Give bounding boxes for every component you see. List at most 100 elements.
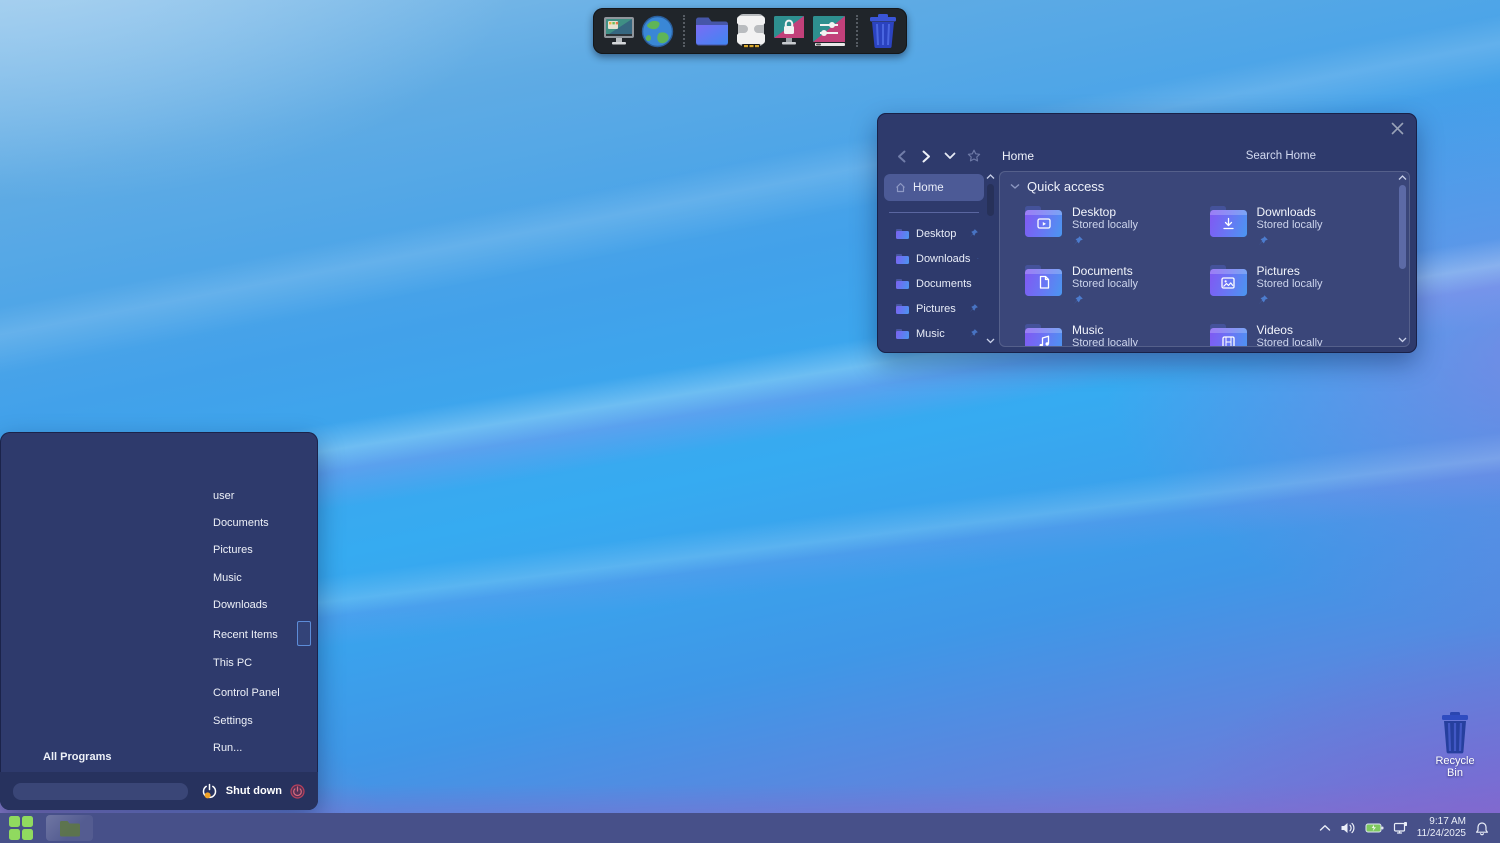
system-tray: 9:17 AM 11/24/2025: [1319, 816, 1493, 841]
quick-access-item-pictures[interactable]: Pictures Stored locally: [1210, 264, 1395, 310]
start-item-documents[interactable]: Documents: [213, 517, 269, 529]
start-item-user[interactable]: user: [213, 490, 234, 502]
all-programs-button[interactable]: All Programs: [43, 751, 111, 763]
lock-screen-icon[interactable]: [772, 11, 806, 51]
chevron-down-icon: [1010, 183, 1020, 190]
display-settings-icon[interactable]: [811, 11, 847, 51]
scrollbar-thumb[interactable]: [987, 184, 994, 216]
power-off-icon[interactable]: [290, 784, 305, 799]
sidebar-item-label: Desktop: [916, 228, 956, 240]
chevron-down-icon[interactable]: [938, 145, 962, 167]
desktop-icon[interactable]: [602, 11, 636, 51]
item-title: Desktop: [1072, 205, 1138, 219]
item-subtitle: Stored locally: [1257, 278, 1323, 291]
shutdown-button[interactable]: Shut down: [226, 785, 282, 797]
start-menu-bottom-bar: Shut down: [0, 772, 318, 810]
explorer-sidebar: Home Desktop Downloads Documents Picture…: [884, 171, 984, 347]
section-title: Quick access: [1027, 179, 1104, 194]
recycle-bin-label: Recycle Bin: [1426, 755, 1484, 779]
close-icon[interactable]: [1388, 119, 1406, 137]
taskbar-clock[interactable]: 9:17 AM 11/24/2025: [1417, 816, 1466, 841]
sidebar-item-music[interactable]: Music: [884, 321, 984, 346]
hard-drive-icon[interactable]: [735, 11, 767, 51]
film-glyph-icon: [1221, 335, 1236, 347]
sidebar-home-label: Home: [913, 182, 944, 194]
scroll-up-icon[interactable]: [986, 174, 995, 180]
start-search-input[interactable]: [13, 783, 188, 800]
download-glyph-icon: [1221, 217, 1236, 231]
folder-icon: [896, 329, 909, 339]
folder-icon: [896, 254, 909, 264]
recent-items-submenu-box[interactable]: [297, 621, 311, 646]
taskbar-file-explorer-button[interactable]: [46, 815, 93, 841]
sidebar-item-documents[interactable]: Documents: [884, 271, 984, 296]
sidebar-item-label: Documents: [916, 278, 972, 290]
explorer-nav-bar: Home Search Home: [877, 141, 1417, 171]
file-explorer-window: Home Search Home Home Desktop Downloads: [877, 113, 1417, 353]
chevron-up-icon[interactable]: [1319, 824, 1331, 832]
quick-access-item-videos[interactable]: Videos Stored locally: [1210, 323, 1395, 346]
item-title: Videos: [1257, 323, 1323, 337]
item-title: Pictures: [1257, 264, 1323, 278]
start-item-run[interactable]: Run...: [213, 742, 242, 754]
pin-icon: [1257, 235, 1269, 247]
back-icon[interactable]: [890, 145, 914, 167]
clock-date: 11/24/2025: [1417, 828, 1466, 841]
main-scrollbar[interactable]: [1396, 172, 1409, 346]
bell-icon[interactable]: [1475, 821, 1489, 836]
sidebar-divider: [889, 212, 979, 213]
start-item-settings[interactable]: Settings: [213, 715, 253, 727]
music-glyph-icon: [1037, 334, 1051, 346]
web-globe-icon[interactable]: [641, 11, 674, 51]
sidebar-scrollbar[interactable]: [984, 171, 997, 347]
scroll-up-icon[interactable]: [1398, 175, 1407, 181]
start-button[interactable]: [7, 815, 34, 841]
start-item-downloads[interactable]: Downloads: [213, 599, 267, 611]
start-item-music[interactable]: Music: [213, 572, 242, 584]
sidebar-item-downloads[interactable]: Downloads: [884, 246, 984, 271]
quick-access-item-music[interactable]: Music Stored locally: [1025, 323, 1210, 346]
start-item-recent-items[interactable]: Recent Items: [213, 629, 278, 641]
battery-icon[interactable]: [1365, 822, 1384, 834]
picture-glyph-icon: [1220, 276, 1236, 290]
clock-time: 9:17 AM: [1417, 816, 1466, 829]
quick-access-item-downloads[interactable]: Downloads Stored locally: [1210, 205, 1395, 251]
quick-access-item-documents[interactable]: Documents Stored locally: [1025, 264, 1210, 310]
scroll-down-icon[interactable]: [986, 338, 995, 344]
start-item-control-panel[interactable]: Control Panel: [213, 687, 280, 699]
downloads-folder-icon: [1210, 206, 1247, 237]
network-icon[interactable]: [1393, 821, 1408, 835]
start-item-pictures[interactable]: Pictures: [213, 544, 253, 556]
quick-access-item-desktop[interactable]: Desktop Stored locally: [1025, 205, 1210, 251]
quick-access-header[interactable]: Quick access: [1010, 179, 1394, 194]
music-folder-icon: [1025, 324, 1062, 346]
search-input[interactable]: Search Home: [1246, 150, 1316, 162]
start-item-this-pc[interactable]: This PC: [213, 657, 252, 669]
sidebar-item-label: Music: [916, 328, 945, 340]
home-icon: [895, 182, 906, 193]
item-subtitle: Stored locally: [1072, 278, 1138, 291]
scrollbar-thumb[interactable]: [1399, 185, 1406, 269]
sidebar-item-desktop[interactable]: Desktop: [884, 221, 984, 246]
sidebar-item-pictures[interactable]: Pictures: [884, 296, 984, 321]
sidebar-item-home[interactable]: Home: [884, 174, 984, 201]
breadcrumb[interactable]: Home: [1002, 149, 1034, 163]
forward-icon[interactable]: [914, 145, 938, 167]
document-glyph-icon: [1037, 275, 1051, 290]
folder-icon: [896, 279, 909, 289]
scroll-down-icon[interactable]: [1398, 337, 1407, 343]
folder-icon: [59, 820, 81, 837]
trash-icon[interactable]: [867, 11, 898, 51]
dock-separator: [683, 15, 685, 47]
quick-access-grid: Desktop Stored locally Downloads Stored …: [1010, 205, 1394, 346]
explorer-main-panel: Quick access Desktop Stored locally: [999, 171, 1410, 347]
item-subtitle: Stored locally: [1257, 337, 1323, 346]
desktop-folder-icon: [1025, 206, 1062, 237]
star-icon[interactable]: [962, 145, 986, 167]
documents-folder-icon: [1025, 265, 1062, 296]
volume-icon[interactable]: [1340, 821, 1356, 835]
recycle-bin-shortcut[interactable]: Recycle Bin: [1426, 712, 1484, 779]
pin-icon: [968, 228, 979, 239]
folder-icon[interactable]: [694, 11, 730, 51]
item-subtitle: Stored locally: [1257, 219, 1323, 232]
